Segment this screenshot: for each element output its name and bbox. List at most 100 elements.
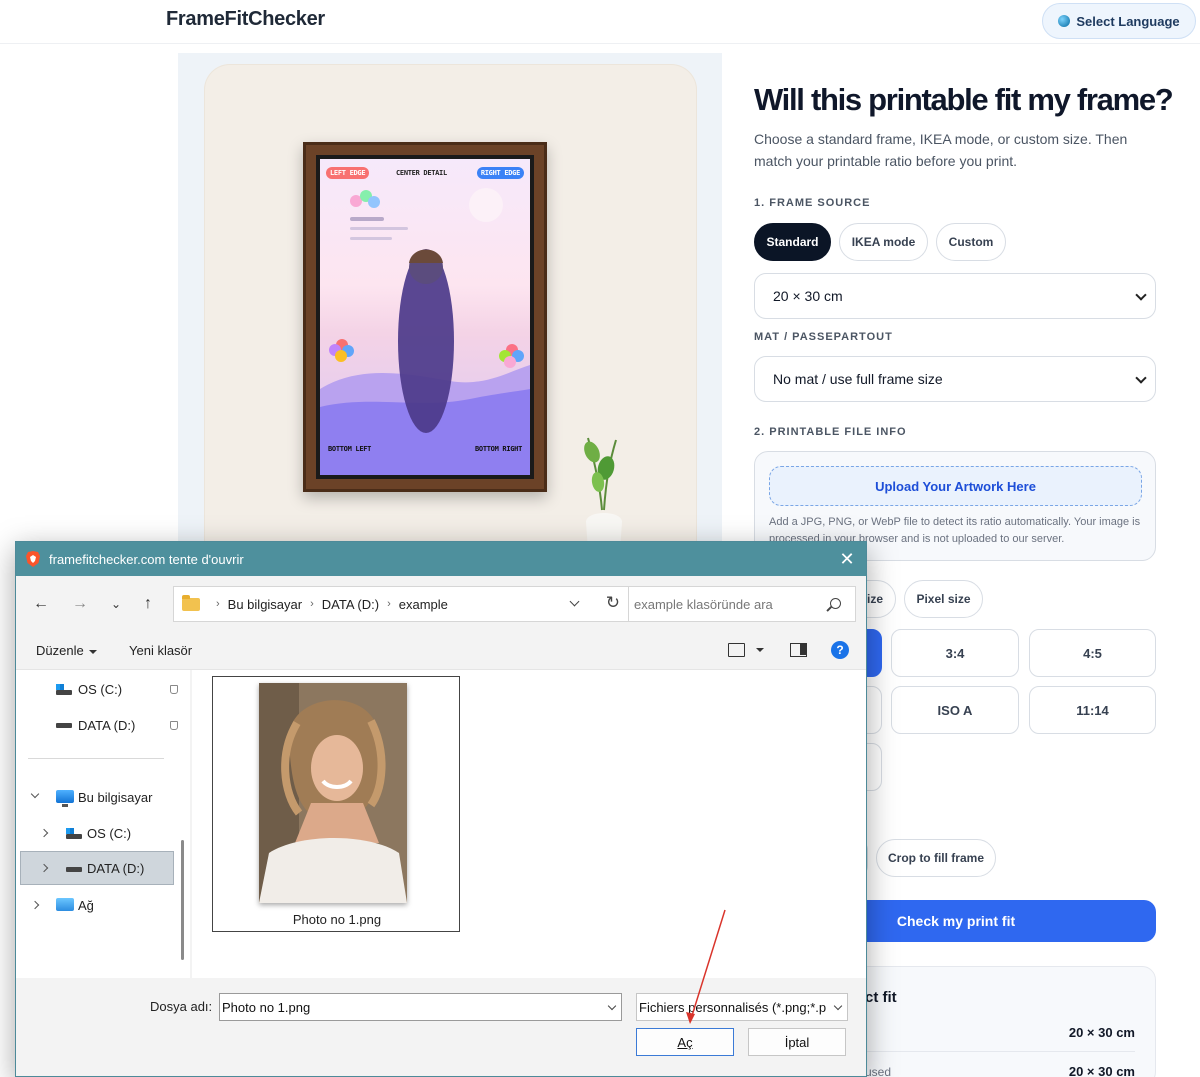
computer-icon: [56, 790, 74, 807]
ratio-option-3-4[interactable]: 3:4: [891, 629, 1019, 677]
open-button[interactable]: Aç: [636, 1028, 734, 1056]
sidebar-item-os[interactable]: OS (C:): [16, 816, 186, 850]
frame-source-custom[interactable]: Custom: [936, 223, 1006, 261]
recent-chevron-icon[interactable]: ⌄: [104, 592, 128, 616]
dialog-navbar: ← → ⌄ ↑ › Bu bilgisayar › DATA (D:) › ex…: [16, 576, 866, 632]
plant-decoration: [584, 437, 622, 550]
sidebar-item-label: OS (C:): [87, 826, 132, 841]
sidebar-divider: [28, 758, 164, 759]
chevron-right-icon: ›: [310, 598, 314, 610]
ratio-option-iso-a[interactable]: ISO A: [891, 686, 1019, 734]
result-title: ct fit: [865, 989, 897, 1006]
file-type-value: Fichiers personnalisés (*.png;*.p: [639, 999, 827, 1015]
artwork-illustration: [320, 188, 530, 475]
frame-source-ikea[interactable]: IKEA mode: [839, 223, 928, 261]
frame-preview: LEFT EDGE CENTER DETAIL RIGHT EDGE BOTTO…: [303, 142, 547, 492]
dialog-toolbar: Düzenle Yeni klasör ?: [16, 632, 866, 670]
cancel-button[interactable]: İptal: [748, 1028, 846, 1056]
tag-bottom-right: BOTTOM RIGHT: [475, 445, 522, 453]
page-title: Will this printable fit my frame?: [754, 82, 1174, 117]
sidebar-item-label: Ağ: [78, 898, 94, 913]
up-arrow-icon[interactable]: ↑: [136, 592, 160, 616]
refresh-icon[interactable]: ↻: [606, 593, 620, 613]
folder-search-input[interactable]: example klasöründe ara: [628, 586, 856, 622]
frame-source-standard[interactable]: Standard: [754, 223, 831, 261]
result-value: 20 × 30 cm: [1068, 1025, 1135, 1040]
sidebar-item-label: Bu bilgisayar: [78, 790, 153, 805]
select-language-button[interactable]: Select Language: [1042, 3, 1196, 39]
ratio-option-11-14[interactable]: 11:14: [1029, 686, 1156, 734]
chevron-right-icon: ›: [387, 598, 391, 610]
frame-inner: LEFT EDGE CENTER DETAIL RIGHT EDGE BOTTO…: [316, 155, 534, 479]
select-language-label: Select Language: [1076, 13, 1180, 29]
drive-icon: [66, 828, 82, 839]
caret-down-icon[interactable]: [756, 648, 764, 652]
frame-size-value: 20 × 30 cm: [773, 288, 843, 304]
close-icon[interactable]: ✕: [834, 546, 860, 572]
tag-center-detail: CENTER DETAIL: [396, 169, 447, 177]
dialog-footer: Dosya adı: Photo no 1.png Fichiers perso…: [16, 978, 866, 1076]
chevron-down-icon[interactable]: [607, 1001, 617, 1011]
filename-value: Photo no 1.png: [222, 999, 311, 1015]
site-logo[interactable]: FrameFitChecker: [166, 8, 325, 31]
file-list: Photo no 1.png: [192, 670, 866, 978]
brave-icon: [26, 551, 40, 567]
sidebar-item-this-pc[interactable]: Bu bilgisayar: [16, 780, 186, 814]
site-header: FrameFitChecker Select Language: [0, 0, 1200, 44]
upload-artwork-button[interactable]: Upload Your Artwork Here: [769, 466, 1142, 506]
sidebar-item-label: DATA (D:): [87, 861, 145, 876]
mat-select[interactable]: No mat / use full frame size: [754, 356, 1156, 402]
dialog-sidebar: OS (C:) DATA (D:) Bu bilgisayar OS (C:) …: [16, 670, 190, 978]
tag-right-edge: RIGHT EDGE: [476, 167, 524, 179]
new-folder-button[interactable]: Yeni klasör: [129, 643, 192, 658]
address-bar[interactable]: › Bu bilgisayar › DATA (D:) › example ↻: [173, 586, 631, 622]
file-type-filter[interactable]: Fichiers personnalisés (*.png;*.p: [636, 993, 848, 1021]
dialog-titlebar: framefitchecker.com tente d'ouvrir ✕: [16, 542, 866, 576]
fit-option-crop[interactable]: Crop to fill frame: [876, 839, 996, 877]
filename-input[interactable]: Photo no 1.png: [219, 993, 622, 1021]
back-arrow-icon[interactable]: ←: [29, 592, 53, 616]
file-item[interactable]: Photo no 1.png: [212, 676, 460, 932]
help-icon[interactable]: ?: [831, 641, 849, 659]
dialog-title: framefitchecker.com tente d'ouvrir: [49, 552, 244, 567]
pin-icon[interactable]: [170, 685, 178, 694]
file-open-dialog: framefitchecker.com tente d'ouvrir ✕ ← →…: [15, 541, 867, 1077]
mat-value: No mat / use full frame size: [773, 371, 943, 387]
sidebar-item-pinned-os[interactable]: OS (C:): [16, 672, 186, 706]
folder-icon: [182, 594, 200, 611]
network-icon: [56, 898, 74, 911]
chevron-down-icon[interactable]: [833, 1001, 843, 1011]
search-placeholder: example klasöründe ara: [634, 596, 773, 612]
organize-label: Düzenle: [36, 643, 84, 658]
pin-icon[interactable]: [170, 721, 178, 730]
sidebar-scrollbar[interactable]: [181, 840, 184, 960]
chevron-right-icon[interactable]: [39, 828, 49, 838]
sidebar-item-network[interactable]: Ağ: [16, 888, 186, 922]
breadcrumb-this-pc[interactable]: Bu bilgisayar: [228, 597, 302, 612]
chevron-right-icon: ›: [216, 598, 220, 610]
frame-size-select[interactable]: 20 × 30 cm: [754, 273, 1156, 319]
chevron-right-icon[interactable]: [39, 863, 49, 873]
sidebar-item-label: DATA (D:): [78, 718, 136, 733]
chevron-down-icon[interactable]: [30, 789, 40, 799]
section-frame-source: 1. FRAME SOURCE: [754, 197, 871, 209]
view-mode-icon[interactable]: [728, 643, 745, 657]
breadcrumb-data-drive[interactable]: DATA (D:): [322, 597, 379, 612]
tag-left-edge: LEFT EDGE: [326, 167, 370, 179]
sidebar-item-pinned-data[interactable]: DATA (D:): [16, 708, 186, 742]
section-printable-info: 2. PRINTABLE FILE INFO: [754, 426, 907, 438]
chevron-right-icon[interactable]: [30, 900, 40, 910]
breadcrumb-example[interactable]: example: [399, 597, 448, 612]
result-value: 20 × 30 cm: [1068, 1064, 1135, 1077]
drive-icon: [56, 684, 72, 695]
search-icon: [830, 598, 841, 609]
photo-illustration: [259, 683, 407, 903]
preview-pane-icon[interactable]: [790, 643, 807, 657]
forward-arrow-icon[interactable]: →: [68, 592, 92, 616]
sidebar-item-data[interactable]: DATA (D:): [20, 851, 174, 885]
organize-menu[interactable]: Düzenle: [36, 643, 97, 658]
chevron-down-icon[interactable]: [569, 596, 580, 607]
size-mode-pixel[interactable]: Pixel size: [904, 580, 983, 618]
section-mat: MAT / PASSEPARTOUT: [754, 331, 893, 343]
ratio-option-4-5[interactable]: 4:5: [1029, 629, 1156, 677]
